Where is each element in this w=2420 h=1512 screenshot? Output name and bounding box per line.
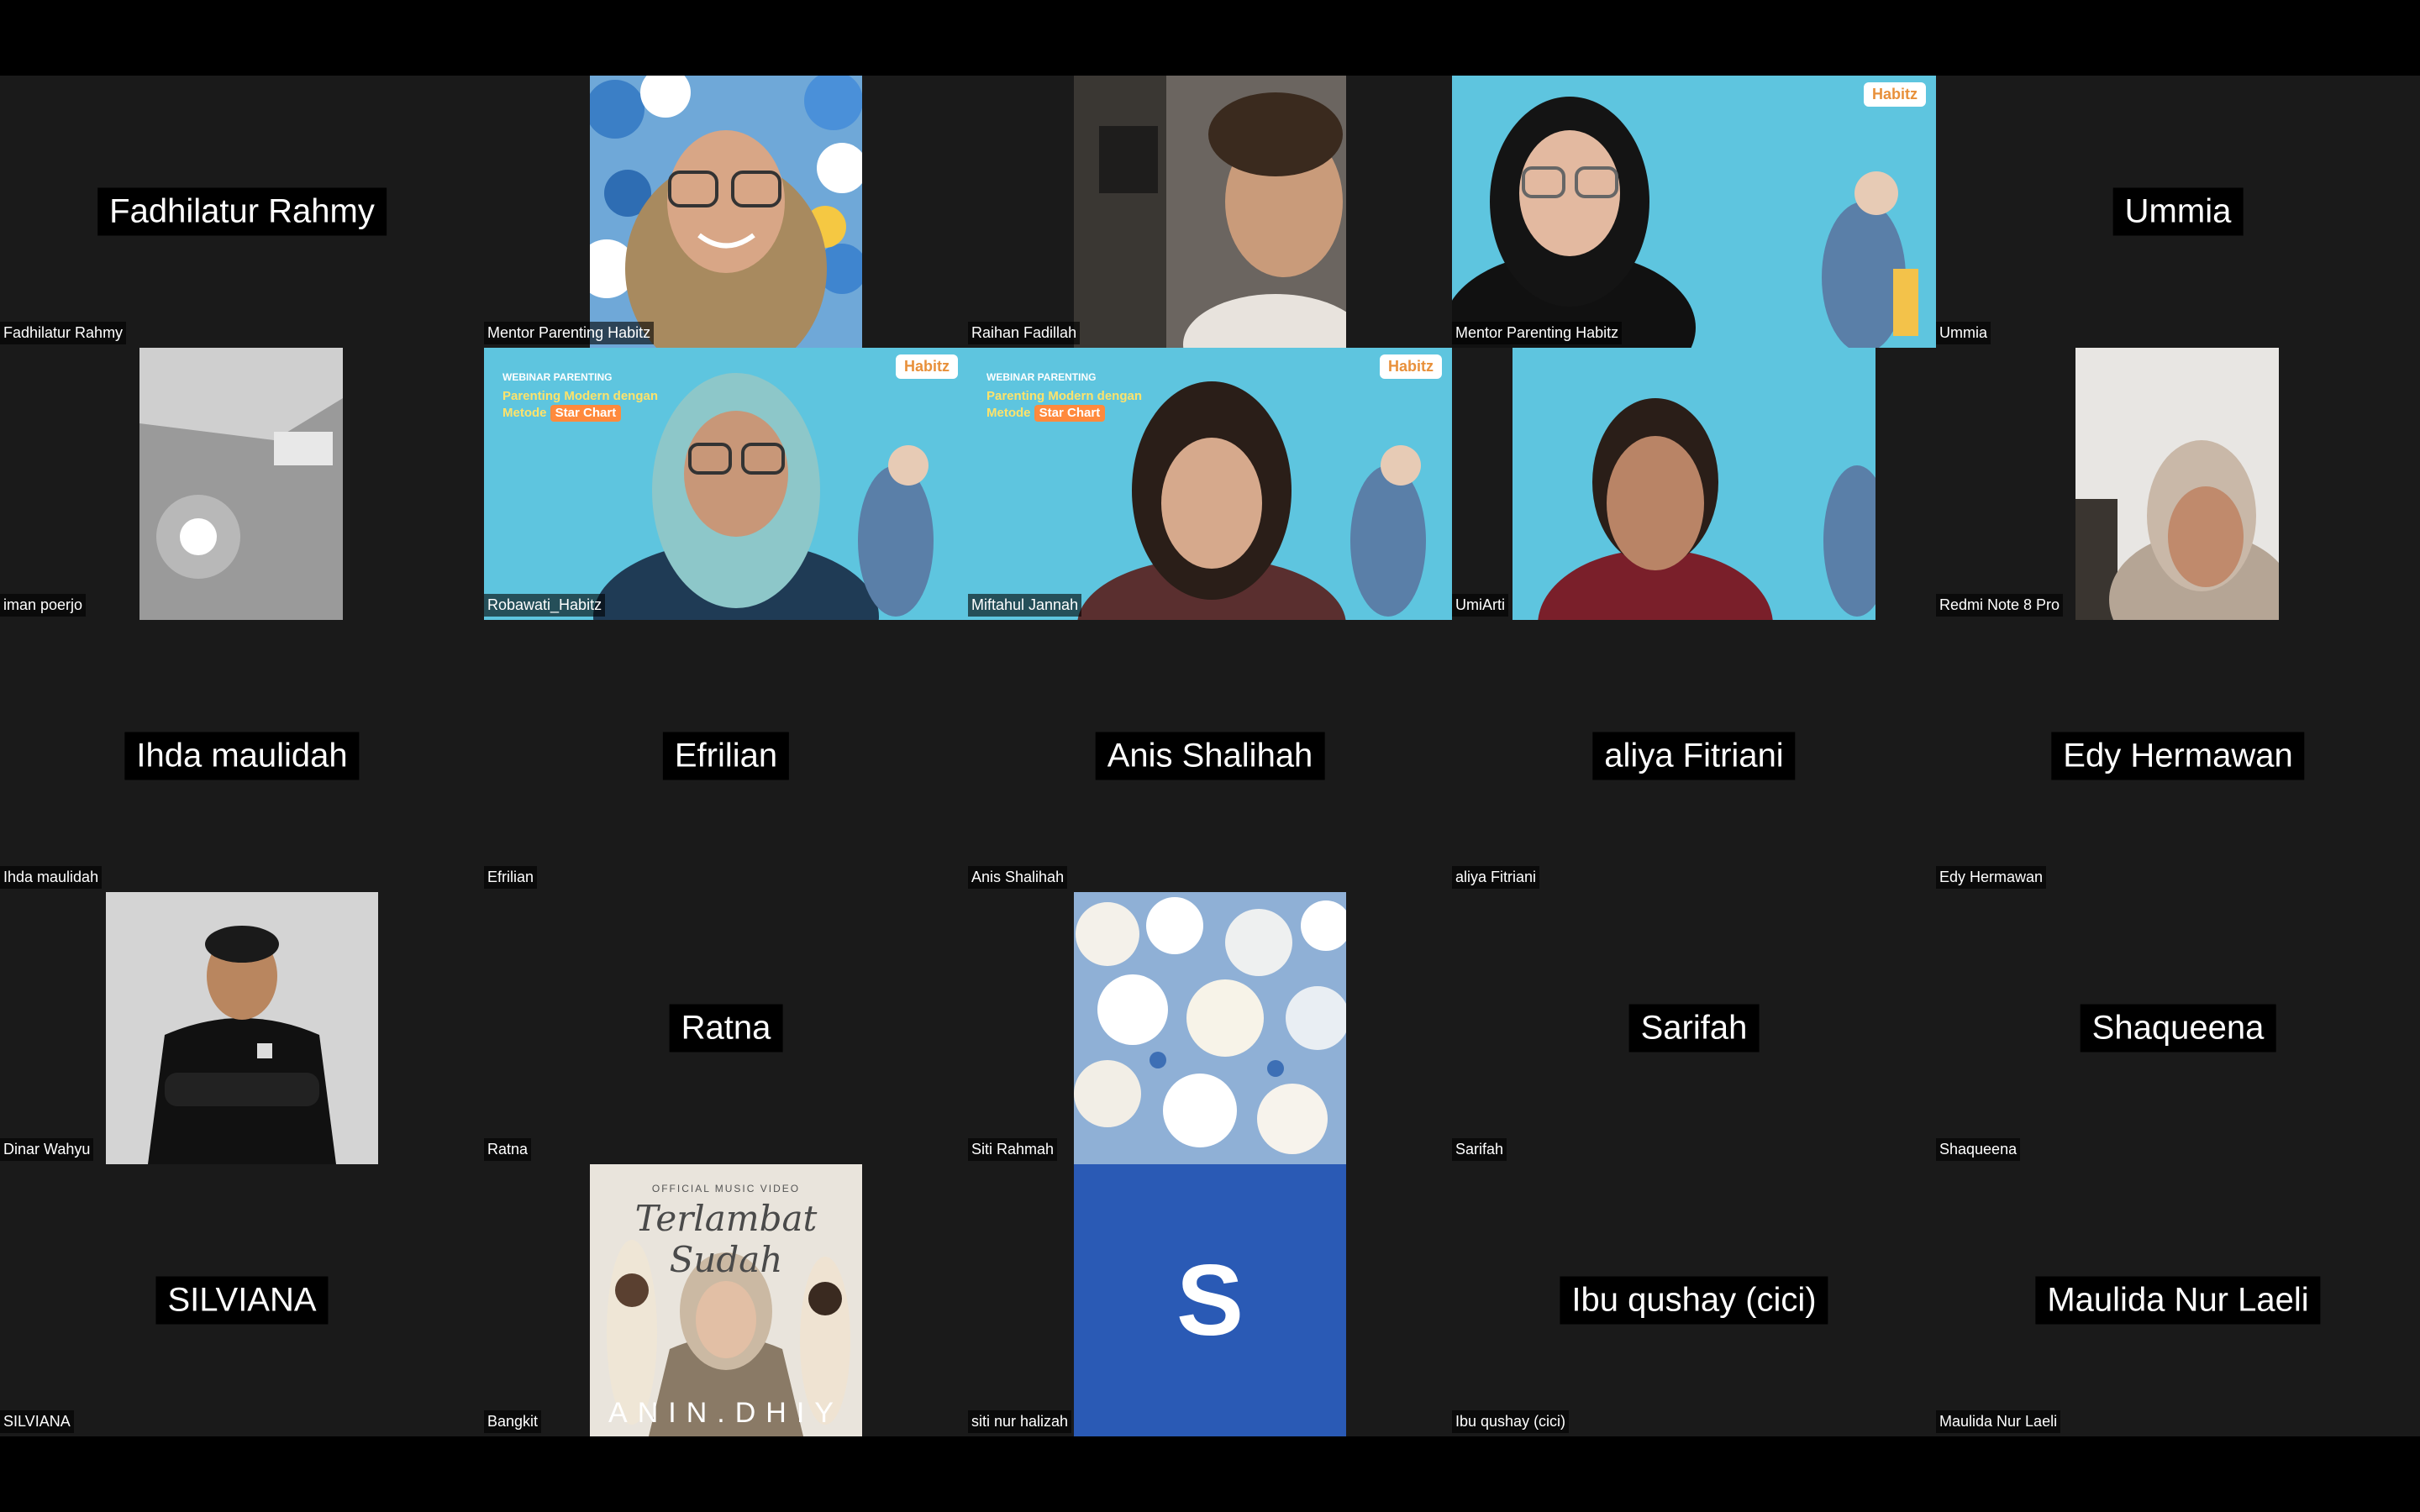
participant-caption: Ummia [1936, 322, 1991, 344]
participant-name-display: SILVIANA [155, 1276, 329, 1325]
participant-caption: Ihda maulidah [0, 866, 103, 889]
participant-tile[interactable]: Siti Rahmah [968, 892, 1452, 1164]
participant-tile[interactable]: Ihda maulidah Ihda maulidah [0, 620, 484, 892]
participant-caption: Maulida Nur Laeli [1936, 1410, 2061, 1433]
participant-caption: Mentor Parenting Habitz [484, 322, 655, 344]
participant-name-display: Ummia [2112, 187, 2244, 236]
participant-tile[interactable]: SILVIANA SILVIANA [0, 1164, 484, 1436]
participant-name-display: Ihda maulidah [124, 732, 360, 780]
participant-tile[interactable]: Ratna Ratna [484, 892, 968, 1164]
participant-tile[interactable]: OFFICIAL MUSIC VIDEO Terlambat Sudah ANI… [484, 1164, 968, 1436]
participant-name-display: Shaqueena [2080, 1004, 2276, 1053]
participant-caption: aliya Fitriani [1452, 866, 1540, 889]
participant-caption: Anis Shalihah [968, 866, 1068, 889]
participant-video: OFFICIAL MUSIC VIDEO Terlambat Sudah ANI… [590, 1164, 862, 1436]
participant-caption: UmiArti [1452, 594, 1508, 617]
participant-tile[interactable]: Habitz Mentor Parenting Habitz [1452, 76, 1936, 348]
participant-tile[interactable]: Raihan Fadillah [968, 76, 1452, 348]
participant-tile[interactable]: Edy Hermawan Edy Hermawan [1936, 620, 2420, 892]
participant-caption: Raihan Fadillah [968, 322, 1081, 344]
participant-video: Habitz [1452, 76, 1936, 348]
habitz-logo: Habitz [1864, 82, 1926, 107]
participant-video [590, 76, 862, 348]
participant-tile[interactable]: WEBINAR PARENTING Parenting Modern denga… [484, 348, 968, 620]
participant-caption: Fadhilatur Rahmy [0, 322, 127, 344]
participant-video [2075, 348, 2279, 620]
video-grid: Fadhilatur Rahmy Fadhilatur Rahmy Mentor… [0, 76, 2420, 1436]
participant-caption: SILVIANA [0, 1410, 74, 1433]
music-video-subtitle: OFFICIAL MUSIC VIDEO [651, 1183, 801, 1194]
participant-tile[interactable]: Ummia Ummia [1936, 76, 2420, 348]
participant-tile[interactable]: iman poerjo [0, 348, 484, 620]
participant-tile[interactable]: S siti nur halizah [968, 1164, 1452, 1436]
participant-tile[interactable]: Ibu qushay (cici) Ibu qushay (cici) [1452, 1164, 1936, 1436]
participant-caption: Miftahul Jannah [968, 594, 1082, 617]
participant-tile[interactable]: Dinar Wahyu [0, 892, 484, 1164]
participant-name-display: Ibu qushay (cici) [1560, 1276, 1828, 1325]
participant-video [1512, 348, 1876, 620]
participant-tile[interactable]: UmiArti [1452, 348, 1936, 620]
music-video-title: Terlambat Sudah [634, 1198, 818, 1280]
participant-caption: Dinar Wahyu [0, 1138, 94, 1161]
participant-tile[interactable]: aliya Fitriani aliya Fitriani [1452, 620, 1936, 892]
participant-tile[interactable]: Anis Shalihah Anis Shalihah [968, 620, 1452, 892]
participant-name-display: Efrilian [662, 732, 790, 780]
participant-video [106, 892, 378, 1164]
participant-video: WEBINAR PARENTING Parenting Modern denga… [968, 348, 1452, 620]
participant-video [139, 348, 343, 620]
participant-name-display: Anis Shalihah [1095, 732, 1325, 780]
participant-tile[interactable]: Redmi Note 8 Pro [1936, 348, 2420, 620]
participant-caption: Ibu qushay (cici) [1452, 1410, 1570, 1433]
participant-caption: Efrilian [484, 866, 538, 889]
participant-tile[interactable]: Sarifah Sarifah [1452, 892, 1936, 1164]
participant-name-display: Sarifah [1628, 1004, 1760, 1053]
participant-tile[interactable]: Maulida Nur Laeli Maulida Nur Laeli [1936, 1164, 2420, 1436]
participant-tile[interactable]: Mentor Parenting Habitz [484, 76, 968, 348]
participant-tile[interactable]: Efrilian Efrilian [484, 620, 968, 892]
participant-caption: iman poerjo [0, 594, 87, 617]
participant-name-display: Fadhilatur Rahmy [97, 187, 387, 236]
participant-caption: siti nur halizah [968, 1410, 1072, 1433]
participant-caption: Edy Hermawan [1936, 866, 2047, 889]
participant-video: WEBINAR PARENTING Parenting Modern denga… [484, 348, 968, 620]
participant-tile[interactable]: WEBINAR PARENTING Parenting Modern denga… [968, 348, 1452, 620]
participant-caption: Mentor Parenting Habitz [1452, 322, 1623, 344]
participant-caption: Bangkit [484, 1410, 542, 1433]
participant-caption: Shaqueena [1936, 1138, 2021, 1161]
avatar: S [1074, 1164, 1346, 1436]
participant-name-display: aliya Fitriani [1592, 732, 1796, 780]
participant-tile[interactable]: Shaqueena Shaqueena [1936, 892, 2420, 1164]
participant-name-display: Ratna [669, 1004, 783, 1053]
participant-caption: Ratna [484, 1138, 532, 1161]
participant-caption: Siti Rahmah [968, 1138, 1058, 1161]
participant-caption: Redmi Note 8 Pro [1936, 594, 2064, 617]
habitz-logo: Habitz [896, 354, 958, 379]
participant-video [1074, 892, 1346, 1164]
music-video-artist: ANIN.DHIY [608, 1397, 844, 1429]
habitz-logo: Habitz [1380, 354, 1442, 379]
participant-caption: Sarifah [1452, 1138, 1507, 1161]
participant-tile[interactable]: Fadhilatur Rahmy Fadhilatur Rahmy [0, 76, 484, 348]
participant-name-display: Maulida Nur Laeli [2035, 1276, 2321, 1325]
participant-name-display: Edy Hermawan [2051, 732, 2305, 780]
participant-caption: Robawati_Habitz [484, 594, 606, 617]
participant-video [1074, 76, 1346, 348]
